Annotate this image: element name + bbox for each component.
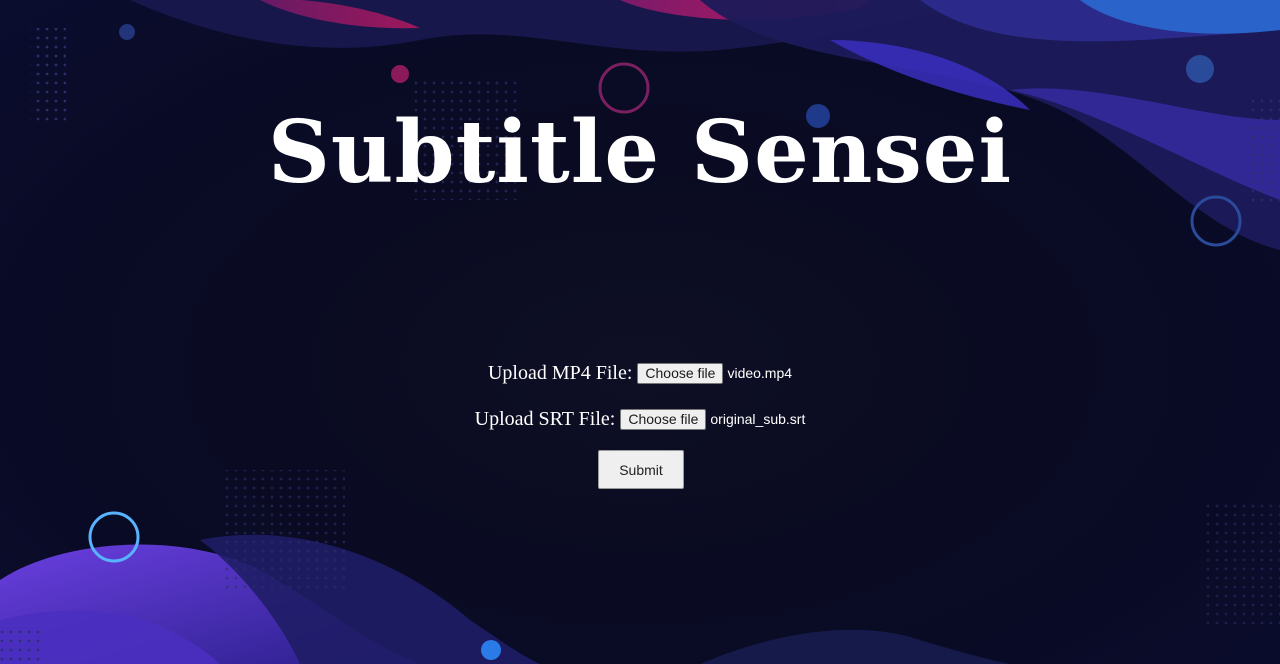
page-title: Subtitle Sensei <box>267 102 1013 203</box>
srt-upload-row: Upload SRT File: Choose file original_su… <box>0 404 1280 434</box>
srt-choose-file-button[interactable]: Choose file <box>620 408 707 430</box>
mp4-file-name: video.mp4 <box>727 365 793 381</box>
upload-form: Upload MP4 File: Choose file video.mp4 U… <box>0 358 1280 489</box>
submit-row: Submit <box>0 450 1280 489</box>
srt-file-name: original_sub.srt <box>710 411 806 427</box>
mp4-choose-file-button[interactable]: Choose file <box>637 362 724 384</box>
submit-button[interactable]: Submit <box>598 450 684 489</box>
mp4-upload-row: Upload MP4 File: Choose file video.mp4 <box>0 358 1280 388</box>
srt-upload-label: Upload SRT File: <box>474 407 616 430</box>
page-background: Subtitle Sensei Upload MP4 File: Choose … <box>0 0 1280 664</box>
mp4-upload-label: Upload MP4 File: <box>487 361 633 384</box>
